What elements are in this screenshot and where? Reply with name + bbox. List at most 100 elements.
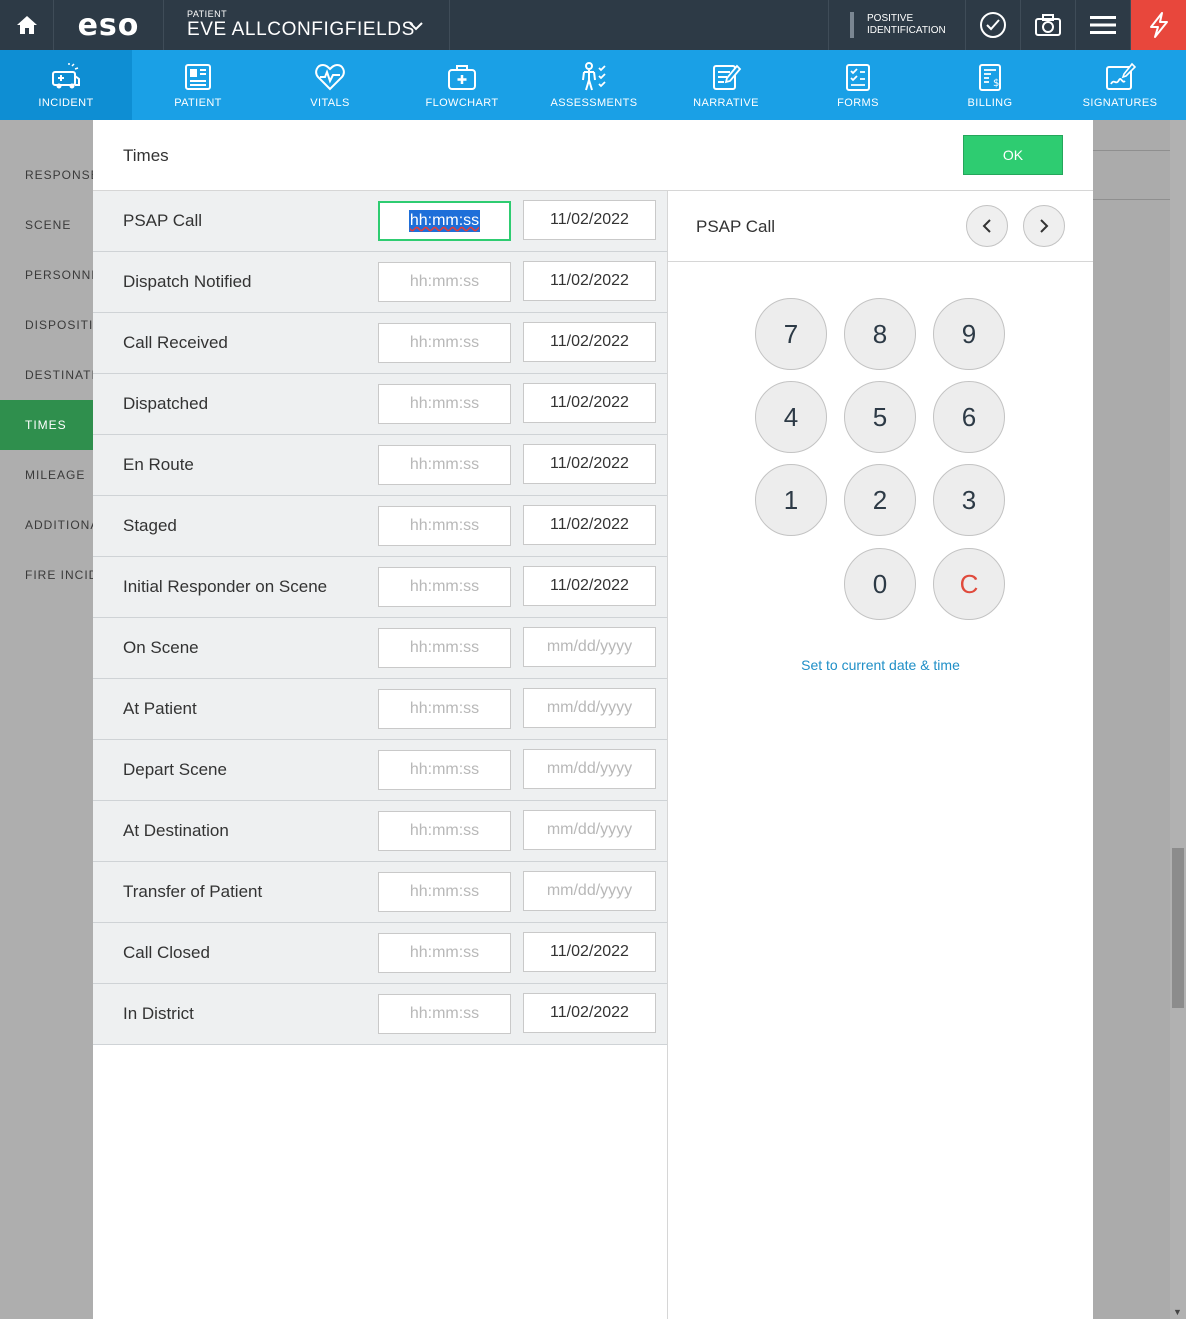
sidebar-item-times[interactable]: TIMES: [0, 400, 93, 450]
time-input[interactable]: hh:mm:ss: [378, 811, 511, 851]
time-input[interactable]: hh:mm:ss: [378, 323, 511, 363]
keypad-key-0[interactable]: 0: [844, 548, 916, 620]
keypad-key-6[interactable]: 6: [933, 381, 1005, 453]
keypad-key-4[interactable]: 4: [755, 381, 827, 453]
scrollbar-thumb[interactable]: [1172, 848, 1184, 1008]
next-field-button[interactable]: [1023, 205, 1065, 247]
keypad-key-3[interactable]: 3: [933, 464, 1005, 536]
keypad-clear-button[interactable]: C: [933, 548, 1005, 620]
menu-icon: [1090, 16, 1116, 34]
sidebar-item-disposition[interactable]: DISPOSITION: [0, 300, 93, 350]
modal-header: Times OK: [93, 120, 1093, 191]
sidebar-item-mileage[interactable]: MILEAGE: [0, 450, 93, 500]
tab-signatures[interactable]: SIGNATURES: [1054, 50, 1186, 120]
time-row: Dispatch Notified hh:mm:ss 11/02/2022: [93, 252, 667, 313]
positive-identification-button[interactable]: POSITIVE IDENTIFICATION: [828, 0, 966, 50]
tab-flowchart[interactable]: FLOWCHART: [396, 50, 528, 120]
date-input[interactable]: mm/dd/yyyy: [523, 627, 656, 667]
time-row-label: At Destination: [123, 821, 229, 840]
time-input[interactable]: hh:mm:ss: [378, 262, 511, 302]
set-current-date-time-link[interactable]: Set to current date & time: [668, 657, 1093, 673]
sidebar-item-scene[interactable]: SCENE: [0, 200, 93, 250]
tab-patient[interactable]: PATIENT: [132, 50, 264, 120]
time-row: Depart Scene hh:mm:ss mm/dd/yyyy: [93, 740, 667, 801]
time-row-label: En Route: [123, 455, 194, 474]
previous-field-button[interactable]: [966, 205, 1008, 247]
svg-text:$: $: [993, 78, 999, 89]
time-input[interactable]: hh:mm:ss: [378, 994, 511, 1034]
time-input[interactable]: hh:mm:ss: [378, 628, 511, 668]
time-input[interactable]: hh:mm:ss: [378, 201, 511, 241]
scroll-down-arrow[interactable]: ▼: [1173, 1307, 1182, 1317]
time-input[interactable]: hh:mm:ss: [378, 689, 511, 729]
time-row-label: PSAP Call: [123, 211, 203, 230]
sidebar-item-fire-incident[interactable]: FIRE INCIDENT: [0, 550, 93, 600]
sidebar-item-response[interactable]: RESPONSE: [0, 150, 93, 200]
time-input-placeholder: hh:mm:ss: [409, 639, 480, 656]
tab-vitals[interactable]: VITALS: [264, 50, 396, 120]
date-input[interactable]: 11/02/2022: [523, 200, 656, 240]
times-list: PSAP Call hh:mm:ss 11/02/2022 Dispatch Noti…: [93, 191, 668, 1319]
keypad-key-9[interactable]: 9: [933, 298, 1005, 370]
date-input[interactable]: mm/dd/yyyy: [523, 688, 656, 728]
time-row: Transfer of Patient hh:mm:ss mm/dd/yyyy: [93, 862, 667, 923]
keypad-key-2[interactable]: 2: [844, 464, 916, 536]
home-button[interactable]: [0, 0, 54, 50]
time-row: Call Closed hh:mm:ss 11/02/2022: [93, 923, 667, 984]
keypad-key-1[interactable]: 1: [755, 464, 827, 536]
quick-action-button[interactable]: [1131, 0, 1186, 50]
ok-button[interactable]: OK: [963, 135, 1063, 175]
tab-incident[interactable]: INCIDENT: [0, 50, 132, 120]
eso-logo: eso: [54, 0, 164, 50]
date-input[interactable]: 11/02/2022: [523, 993, 656, 1033]
time-row: In District hh:mm:ss 11/02/2022: [93, 984, 667, 1045]
keypad-key-7[interactable]: 7: [755, 298, 827, 370]
camera-button[interactable]: [1021, 0, 1076, 50]
time-input-placeholder: hh:mm:ss: [409, 456, 480, 473]
tab-narrative[interactable]: NARRATIVE: [660, 50, 792, 120]
time-input[interactable]: hh:mm:ss: [378, 445, 511, 485]
sidebar-item-destination[interactable]: DESTINATION: [0, 350, 93, 400]
time-input-placeholder: hh:mm:ss: [409, 395, 480, 412]
check-circle-icon: [980, 12, 1006, 38]
time-row: Dispatched hh:mm:ss 11/02/2022: [93, 374, 667, 435]
date-input[interactable]: 11/02/2022: [523, 932, 656, 972]
date-input[interactable]: 11/02/2022: [523, 383, 656, 423]
time-input[interactable]: hh:mm:ss: [378, 384, 511, 424]
chevron-left-icon: [982, 219, 991, 233]
signature-icon: [1106, 62, 1136, 90]
date-input[interactable]: mm/dd/yyyy: [523, 871, 656, 911]
sidebar-item-personnel[interactable]: PERSONNEL: [0, 250, 93, 300]
time-input[interactable]: hh:mm:ss: [378, 872, 511, 912]
date-input[interactable]: 11/02/2022: [523, 505, 656, 545]
menu-button[interactable]: [1076, 0, 1131, 50]
tab-forms[interactable]: FORMS: [792, 50, 924, 120]
time-row: At Destination hh:mm:ss mm/dd/yyyy: [93, 801, 667, 862]
date-input[interactable]: mm/dd/yyyy: [523, 749, 656, 789]
date-input[interactable]: 11/02/2022: [523, 566, 656, 606]
tab-assessments[interactable]: ASSESSMENTS: [528, 50, 660, 120]
time-input[interactable]: hh:mm:ss: [378, 750, 511, 790]
time-input[interactable]: hh:mm:ss: [378, 933, 511, 973]
tab-billing[interactable]: $ BILLING: [924, 50, 1056, 120]
time-row-label: On Scene: [123, 638, 199, 657]
time-row-label: Transfer of Patient: [123, 882, 263, 901]
keypad-key-8[interactable]: 8: [844, 298, 916, 370]
date-input[interactable]: 11/02/2022: [523, 444, 656, 484]
patient-selector[interactable]: PATIENT EVE ALLCONFIGFIELDS: [164, 0, 450, 50]
sidebar-item-additional[interactable]: ADDITIONAL: [0, 500, 93, 550]
validate-button[interactable]: [966, 0, 1021, 50]
date-input[interactable]: 11/02/2022: [523, 261, 656, 301]
notepad-icon: [713, 64, 742, 90]
date-input[interactable]: mm/dd/yyyy: [523, 810, 656, 850]
date-input[interactable]: 11/02/2022: [523, 322, 656, 362]
time-input[interactable]: hh:mm:ss: [378, 506, 511, 546]
time-row: En Route hh:mm:ss 11/02/2022: [93, 435, 667, 496]
positive-id-indicator: [850, 12, 854, 38]
time-input[interactable]: hh:mm:ss: [378, 567, 511, 607]
top-bar: eso PATIENT EVE ALLCONFIGFIELDS POSITIVE…: [0, 0, 1186, 50]
page-scrollbar[interactable]: ▼: [1170, 120, 1186, 1319]
keypad-key-5[interactable]: 5: [844, 381, 916, 453]
time-row: Initial Responder on Scene hh:mm:ss 11/02/…: [93, 557, 667, 618]
time-input-placeholder: hh:mm:ss: [409, 334, 480, 351]
